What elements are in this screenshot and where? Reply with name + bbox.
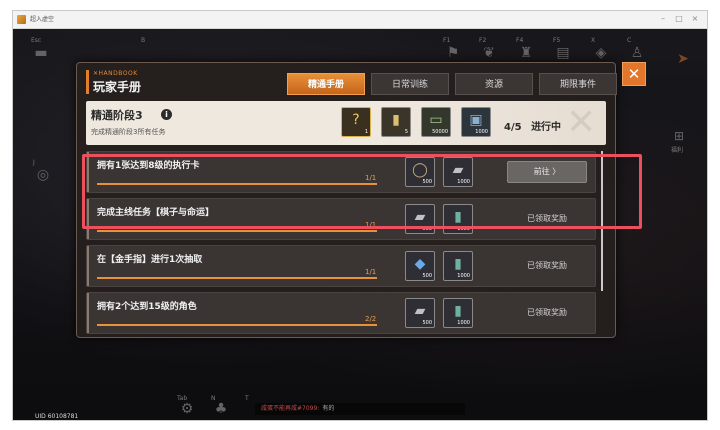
minimize-button[interactable]: – <box>657 13 669 25</box>
crystal-icon[interactable]: ◆ 500 <box>405 251 435 281</box>
app-icon <box>17 15 26 24</box>
stage-progress-value: 4/5 <box>504 122 522 133</box>
info-icon[interactable]: i <box>161 109 172 120</box>
task-row-marker <box>87 293 89 333</box>
task-progress-track <box>97 230 377 232</box>
window-title: 超入虚空 <box>30 16 55 23</box>
stage-banner: 精通阶段3 i 完成精通阶段3所有任务 ? 1 ▮ 5 ▭ 50000 ▣ 1000 4… <box>86 101 606 145</box>
task-progress-fill <box>97 230 377 232</box>
close-window-button[interactable]: × <box>689 13 701 25</box>
card-pack-icon[interactable]: ▮ 5 <box>381 107 411 137</box>
task-count: 1/1 <box>365 268 377 276</box>
task-row: 拥有2个达到15级的角色 2/2 ▰ 500 ▮ 1000 已领取奖励 <box>86 292 596 334</box>
ingot-icon[interactable]: ▰ 500 <box>405 298 435 328</box>
panel-title: 玩家手册 <box>93 80 142 94</box>
tab-resources[interactable]: 资源 <box>455 73 533 95</box>
handbook-tag: ✕HANDBOOK <box>93 70 138 77</box>
battery-icon[interactable]: ▮ 1000 <box>443 298 473 328</box>
mystery-card-icon[interactable]: ? 1 <box>341 107 371 137</box>
reward-qty: 500 <box>422 320 432 326</box>
task-count: 2/2 <box>365 315 377 323</box>
stage-subtitle: 完成精通阶段3所有任务 <box>91 128 166 136</box>
maximize-button[interactable]: □ <box>673 13 685 25</box>
claimed-label: 已领取奖励 <box>527 261 567 270</box>
cash-icon[interactable]: ▭ 50000 <box>421 107 451 137</box>
battery-icon[interactable]: ▮ 1000 <box>443 251 473 281</box>
chat-sender: 咸蛋不能再咸#7099: <box>261 405 320 412</box>
chat-line[interactable]: 咸蛋不能再咸#7099: 有的 <box>255 403 465 415</box>
reward-qty: 5 <box>404 129 408 135</box>
header-accent <box>86 70 89 94</box>
uid-label: UID 60108781 <box>35 413 79 420</box>
tab-limited-events[interactable]: 期限事件 <box>539 73 617 95</box>
tab-mastery-handbook[interactable]: 精通手册 <box>287 73 365 95</box>
tab-daily-training[interactable]: 日常训练 <box>371 73 449 95</box>
task-label: 在【金手指】进行1次抽取 <box>97 255 203 265</box>
task-label: 拥有2个达到15级的角色 <box>97 302 197 312</box>
stage-title: 精通阶段3 <box>91 109 143 122</box>
reward-qty: 50000 <box>432 129 448 135</box>
task-progress-fill <box>97 277 377 279</box>
reward-qty: 1000 <box>457 320 470 326</box>
task-progress-fill <box>97 324 377 326</box>
task-row-marker <box>87 246 89 286</box>
reward-qty: 1000 <box>457 273 470 279</box>
window-titlebar: 超入虚空 – □ × <box>13 11 707 29</box>
claimed-label: 已领取奖励 <box>527 308 567 317</box>
task-progress-track <box>97 324 377 326</box>
chat-message: 有的 <box>322 405 335 412</box>
reward-qty: 1000 <box>475 129 488 135</box>
close-panel-button[interactable]: ✕ <box>622 62 646 86</box>
stage-progress: 4/5 进行中 <box>504 118 561 133</box>
task-progress-track <box>97 277 377 279</box>
emblem-icon: ✕ <box>566 102 597 143</box>
stage-status: 进行中 <box>531 122 562 133</box>
data-chip-icon[interactable]: ▣ 1000 <box>461 107 491 137</box>
reward-qty: 1 <box>364 129 368 135</box>
highlight-box <box>82 154 642 229</box>
reward-qty: 500 <box>422 273 432 279</box>
task-row: 在【金手指】进行1次抽取 1/1 ◆ 500 ▮ 1000 已领取奖励 <box>86 245 596 287</box>
